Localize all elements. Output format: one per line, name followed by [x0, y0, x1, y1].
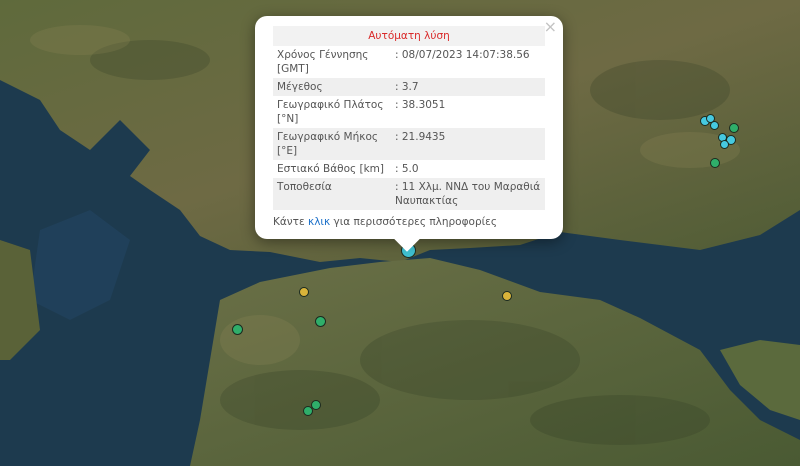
- detail-label: Γεωγραφικό Μήκος [°E]: [273, 128, 391, 160]
- earthquake-marker[interactable]: [315, 316, 326, 327]
- detail-row: Τοποθεσία : 11 Χλμ. ΝΝΔ του Μαραθιά Ναυπ…: [273, 178, 545, 210]
- detail-label: Εστιακό Βάθος [km]: [277, 163, 385, 175]
- detail-label: Χρόνος Γέννησης [GMT]: [277, 49, 369, 75]
- earthquake-marker[interactable]: [710, 121, 719, 130]
- footer-text-before: Κάντε: [273, 216, 309, 228]
- earthquake-info-popup: × Αυτόματη λύση Χρόνος Γέννησης [GMT] : …: [255, 16, 563, 252]
- more-info-footer: Κάντε κλικ για περισσότερες πληροφορίες: [273, 216, 545, 228]
- more-info-link[interactable]: κλικ: [308, 216, 330, 228]
- detail-row: Γεωγραφικό Πλάτος [°N] : 38.3051: [273, 96, 545, 128]
- detail-value: : 11 Χλμ. ΝΝΔ του Μαραθιά Ναυπακτίας: [391, 178, 545, 210]
- detail-value: : 5.0: [395, 163, 419, 175]
- earthquake-marker[interactable]: [729, 123, 739, 133]
- detail-value: : 38.3051: [395, 99, 446, 111]
- footer-text-after: για περισσότερες πληροφορίες: [330, 216, 498, 228]
- detail-value: : 21.9435: [391, 128, 545, 160]
- earthquake-marker[interactable]: [299, 287, 309, 297]
- earthquake-marker[interactable]: [232, 324, 243, 335]
- detail-label: Τοποθεσία: [273, 178, 391, 210]
- earthquake-marker[interactable]: [710, 158, 720, 168]
- detail-row: Γεωγραφικό Μήκος [°E] : 21.9435: [273, 128, 545, 160]
- map-view[interactable]: × Αυτόματη λύση Χρόνος Γέννησης [GMT] : …: [0, 0, 800, 466]
- detail-row: Μέγεθος : 3.7: [273, 78, 545, 96]
- detail-label: Γεωγραφικό Πλάτος [°N]: [277, 99, 384, 125]
- detail-value: : 3.7: [391, 78, 545, 96]
- detail-label: Μέγεθος: [273, 78, 391, 96]
- detail-value: : 08/07/2023 14:07:38.56: [395, 49, 530, 61]
- earthquake-marker[interactable]: [720, 140, 729, 149]
- earthquake-marker[interactable]: [311, 400, 321, 410]
- earthquake-details-table: Αυτόματη λύση Χρόνος Γέννησης [GMT] : 08…: [273, 26, 545, 210]
- detail-row: Εστιακό Βάθος [km] : 5.0: [273, 160, 545, 178]
- close-icon[interactable]: ×: [544, 16, 557, 38]
- detail-row: Χρόνος Γέννησης [GMT] : 08/07/2023 14:07…: [273, 46, 545, 78]
- earthquake-marker[interactable]: [502, 291, 512, 301]
- solution-type-header: Αυτόματη λύση: [273, 26, 545, 46]
